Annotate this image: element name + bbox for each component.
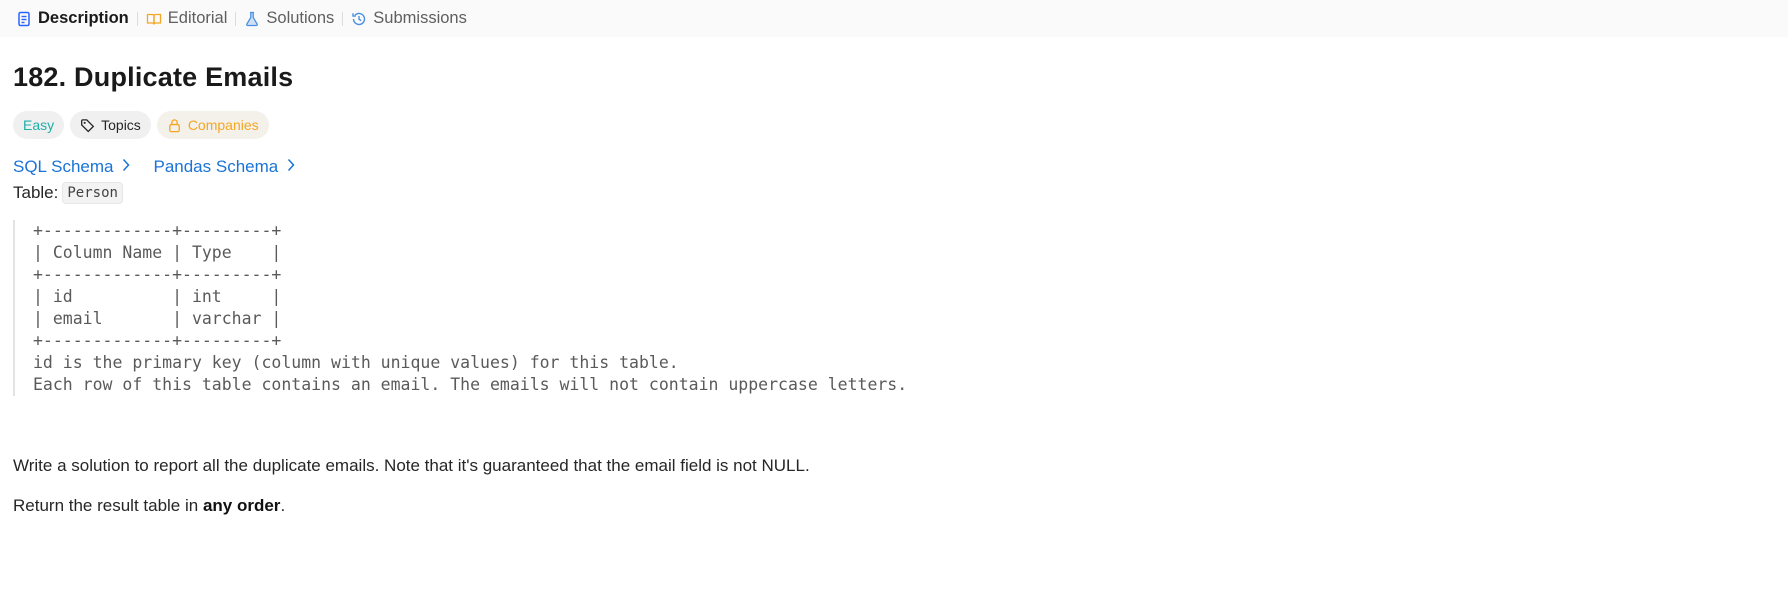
pandas-schema-link[interactable]: Pandas Schema bbox=[153, 157, 296, 177]
table-name-line: Table: Person bbox=[13, 182, 123, 204]
difficulty-badge[interactable]: Easy bbox=[13, 111, 65, 139]
problem-statement: Write a solution to report all the dupli… bbox=[13, 456, 810, 475]
pandas-schema-label: Pandas Schema bbox=[153, 157, 279, 176]
tab-label: Editorial bbox=[167, 9, 228, 27]
book-icon bbox=[146, 11, 162, 27]
return-suffix: . bbox=[280, 496, 286, 515]
sql-schema-label: SQL Schema bbox=[13, 157, 114, 176]
sql-schema-link[interactable]: SQL Schema bbox=[13, 157, 131, 177]
history-icon bbox=[351, 11, 367, 27]
schema-links: SQL Schema Pandas Schema bbox=[13, 157, 296, 177]
companies-chip[interactable]: Companies bbox=[156, 111, 269, 139]
flask-icon bbox=[244, 11, 260, 27]
chevron-right-icon bbox=[286, 157, 296, 177]
problem-title: 182. Duplicate Emails bbox=[13, 62, 294, 92]
table-name-code: Person bbox=[62, 182, 123, 204]
tab-submissions[interactable]: Submissions bbox=[343, 9, 475, 28]
table-prefix: Table: bbox=[13, 183, 59, 202]
tag-icon bbox=[80, 118, 95, 133]
tab-bar: Description Editorial Solutions Submissi… bbox=[0, 0, 1788, 37]
topics-label: Topics bbox=[101, 117, 141, 133]
tab-label: Description bbox=[38, 9, 129, 27]
tab-solutions[interactable]: Solutions bbox=[236, 9, 342, 28]
tab-description[interactable]: Description bbox=[8, 9, 137, 28]
description-icon bbox=[16, 11, 32, 27]
schema-code-block: +-------------+---------+ | Column Name … bbox=[13, 220, 907, 396]
return-order-text: Return the result table in any order. bbox=[13, 496, 285, 516]
lock-icon bbox=[167, 118, 182, 133]
tab-label: Solutions bbox=[266, 9, 335, 27]
topics-chip[interactable]: Topics bbox=[70, 111, 151, 139]
tag-chips: Easy Topics Companies bbox=[13, 111, 269, 139]
tab-label: Submissions bbox=[373, 9, 467, 27]
chevron-right-icon bbox=[121, 157, 131, 177]
companies-label: Companies bbox=[187, 117, 259, 133]
return-prefix: Return the result table in bbox=[13, 496, 203, 515]
tab-editorial[interactable]: Editorial bbox=[138, 9, 236, 28]
return-bold: any order bbox=[202, 496, 281, 515]
